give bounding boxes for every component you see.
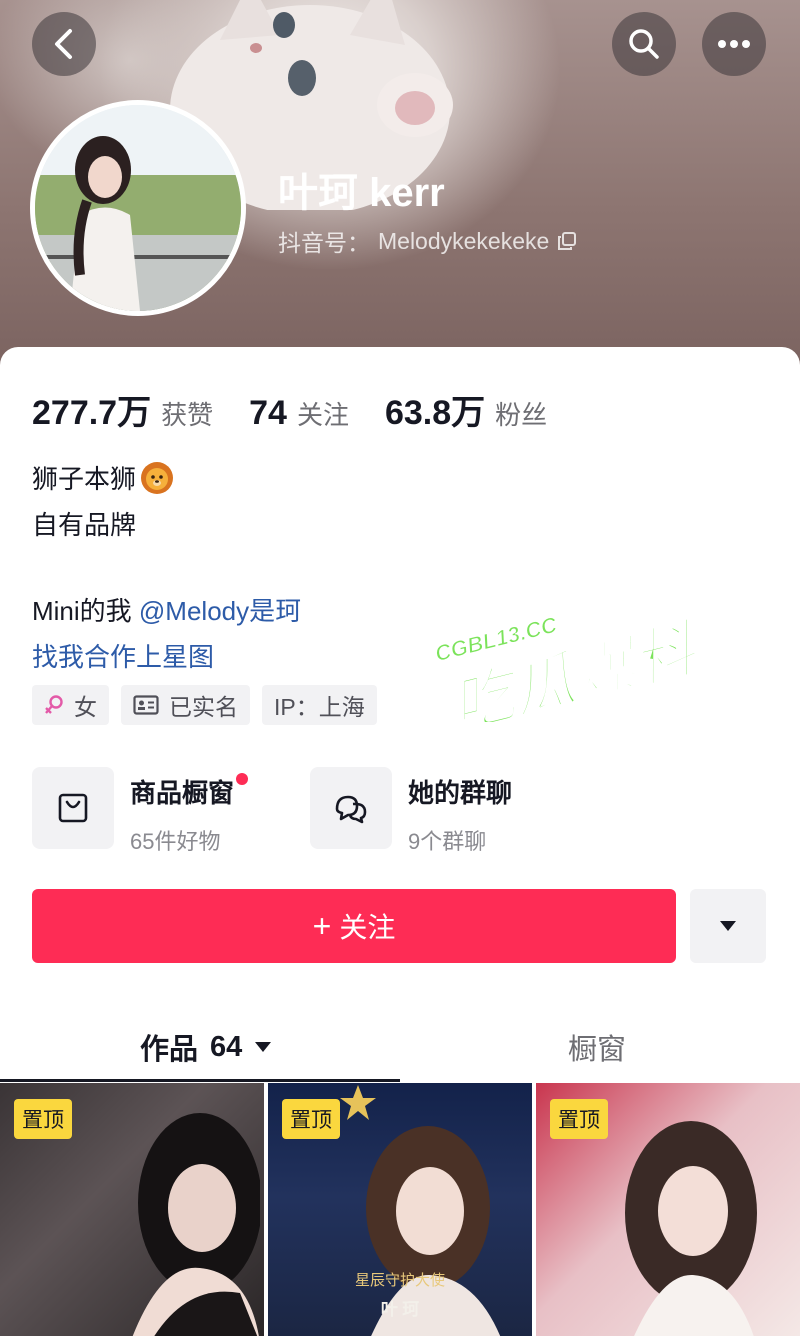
bio-line-3: Mini的我 @Melody是珂	[32, 591, 301, 628]
video-thumbnail[interactable]: 置顶	[0, 1083, 264, 1336]
thumbnail-caption-bottom: 叶 珂	[380, 1300, 420, 1319]
plus-icon: +	[312, 907, 332, 944]
group-entry-subtitle: 9个群聊	[408, 829, 487, 854]
search-button[interactable]	[612, 12, 676, 76]
pinned-badge: 置顶	[282, 1099, 340, 1139]
bio-text-1: 狮子本狮	[32, 464, 137, 494]
chevron-left-icon	[55, 29, 72, 59]
mention-link[interactable]: @Melody是珂	[139, 596, 301, 626]
stat-likes[interactable]: 277.7万 获赞	[32, 385, 213, 434]
likes-count: 277.7万	[32, 394, 152, 432]
douyin-id-row[interactable]: 抖音号： Melodykekekeke	[278, 224, 577, 258]
tag-ip-location: IP：上海	[262, 685, 377, 725]
bio-line-2: 自有品牌	[32, 510, 137, 540]
followers-label: 粉丝	[495, 400, 548, 430]
thumbnail-person-image	[132, 1113, 260, 1336]
recommend-dropdown-button[interactable]	[690, 889, 766, 963]
profile-tags: 女 已实名 IP：上海	[32, 685, 377, 725]
female-icon	[45, 695, 63, 714]
avatar-photo	[35, 105, 241, 311]
star-map-link[interactable]: 找我合作上星图	[32, 637, 214, 674]
avatar[interactable]	[30, 100, 246, 316]
more-dots-icon	[718, 40, 750, 48]
tag-verified-label: 已实名	[169, 694, 238, 720]
likes-label: 获赞	[161, 400, 214, 430]
tab-works[interactable]: 作品 64	[140, 1011, 272, 1083]
profile-card: 277.7万 获赞 74 关注 63.8万 粉丝 狮子本狮 自有品牌 Mini的…	[0, 347, 800, 1336]
follow-button[interactable]: + 关注	[32, 889, 676, 963]
bio-text-3: Mini的我	[32, 596, 139, 626]
tag-verified: 已实名	[121, 685, 250, 725]
shop-entry-title-text: 商品橱窗	[130, 778, 235, 808]
following-count: 74	[249, 394, 287, 432]
followers-count: 63.8万	[384, 394, 486, 432]
watermark-overlay: CGBL13.CC 吃瓜爆料	[432, 610, 708, 722]
tag-gender-label: 女	[74, 694, 97, 720]
tag-gender: 女	[32, 685, 109, 725]
back-button[interactable]	[32, 12, 96, 76]
douyin-id-label: 抖音号：	[278, 230, 370, 256]
lion-face-icon	[141, 461, 174, 494]
search-icon	[629, 29, 659, 59]
shop-entry-subtitle: 65件好物	[130, 829, 221, 854]
chat-bubbles-icon	[335, 795, 367, 824]
nickname: 叶珂 kerr	[278, 171, 445, 215]
thumbnail-person-image	[625, 1121, 757, 1336]
tab-works-label: 作品	[140, 1034, 199, 1066]
video-thumbnail[interactable]: 置顶	[536, 1083, 800, 1336]
profile-banner: 叶珂 kerr 抖音号： Melodykekekeke	[0, 0, 800, 380]
notification-dot	[236, 773, 249, 785]
content-tabs: 作品 64 橱窗	[0, 1011, 800, 1083]
following-label: 关注	[296, 400, 349, 430]
caret-down-icon	[720, 921, 736, 931]
shopping-bag-icon	[58, 793, 88, 823]
stat-followers[interactable]: 63.8万 粉丝	[385, 385, 547, 434]
watermark-name: 吃瓜爆料	[444, 611, 707, 722]
product-showcase-entry[interactable]: 商品橱窗 65件好物	[32, 767, 249, 856]
video-thumbnail[interactable]: 置顶 星辰守护大使 叶 珂	[268, 1083, 532, 1336]
shop-entry-text: 商品橱窗 65件好物	[130, 767, 249, 856]
shop-entry-title: 商品橱窗	[130, 773, 249, 810]
caret-down-icon	[255, 1042, 272, 1052]
stats-row: 277.7万 获赞 74 关注 63.8万 粉丝	[32, 385, 583, 434]
pinned-badge: 置顶	[550, 1099, 608, 1139]
group-entry-title: 她的群聊	[408, 778, 513, 808]
group-icon-box	[310, 767, 392, 849]
douyin-id-value: Melodykekekeke	[378, 227, 550, 254]
group-entry-text: 她的群聊 9个群聊	[408, 767, 512, 856]
more-button[interactable]	[702, 12, 766, 76]
follow-label: 关注	[339, 912, 396, 943]
copy-icon[interactable]	[557, 231, 577, 251]
tag-ip-label: IP：上海	[274, 694, 365, 720]
id-card-icon	[133, 695, 159, 715]
video-grid: 置顶 置顶 星辰守护大使 叶 珂 置顶	[0, 1083, 800, 1336]
stat-following[interactable]: 74 关注	[249, 394, 349, 433]
tab-works-count: 64	[210, 1030, 243, 1063]
active-tab-indicator	[0, 1079, 400, 1082]
tab-showcase[interactable]: 橱窗	[568, 1011, 626, 1083]
group-chat-entry[interactable]: 她的群聊 9个群聊	[310, 767, 512, 856]
thumbnail-caption-top: 星辰守护大使	[354, 1273, 445, 1289]
pinned-badge: 置顶	[14, 1099, 72, 1139]
bio-line-1: 狮子本狮	[32, 459, 174, 496]
shop-icon-box	[32, 767, 114, 849]
